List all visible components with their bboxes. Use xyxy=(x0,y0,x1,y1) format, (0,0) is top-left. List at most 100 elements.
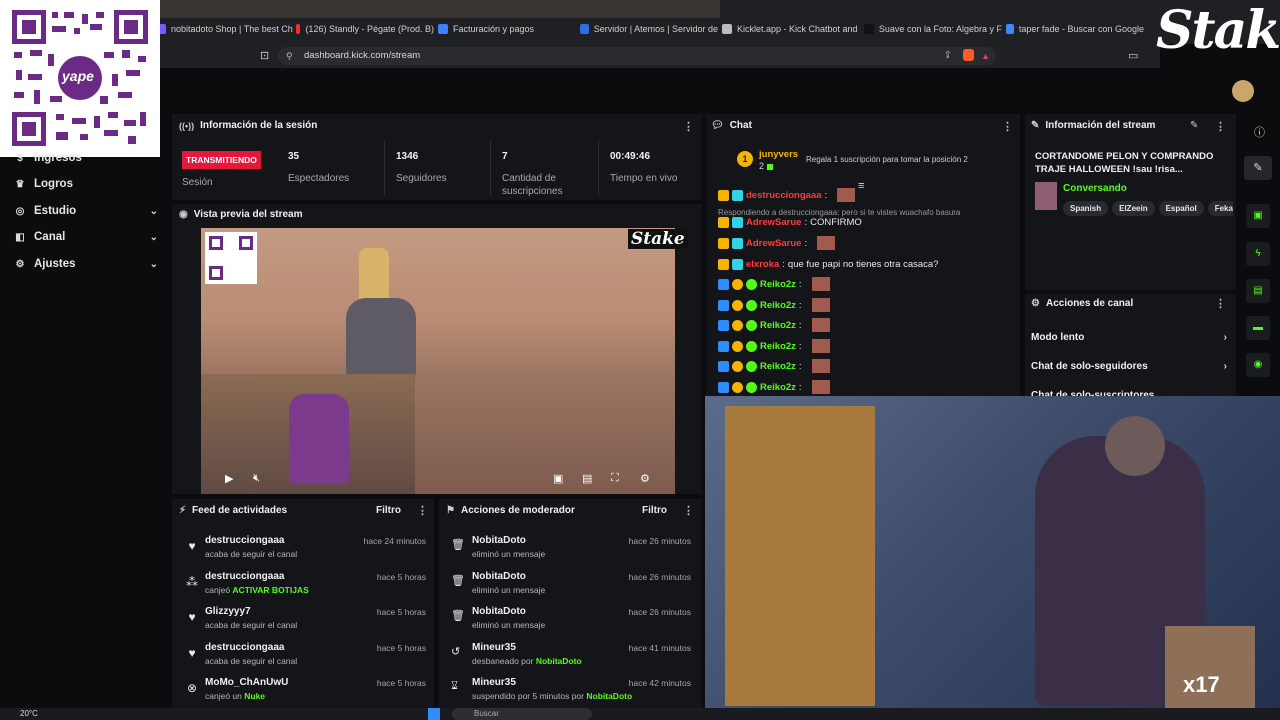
chat-message[interactable]: Reiko2z: xyxy=(718,275,830,293)
bookmark-icon[interactable]: ⊡ xyxy=(260,49,269,62)
moderation-user[interactable]: Mineur35 xyxy=(472,642,516,653)
moderation-filter-button[interactable]: Filtro xyxy=(642,505,667,516)
chat-message[interactable]: elxroka: que fue papi no tienes otra cas… xyxy=(718,255,938,273)
stream-tag[interactable]: ElZeein xyxy=(1112,201,1155,216)
browser-tab[interactable]: Facturación y pagos xyxy=(438,20,576,38)
browser-tab[interactable]: nobitadoto Shop | The best Ch xyxy=(156,20,294,38)
stream-info-menu-icon[interactable]: ⋮ xyxy=(1215,120,1226,133)
browser-tab[interactable]: Suave con la Foto: Algebra y F xyxy=(864,20,1002,38)
session-menu-icon[interactable]: ⋮ xyxy=(683,120,694,133)
play-icon[interactable]: ▶ xyxy=(225,472,233,485)
moderation-user[interactable]: NobitaDoto xyxy=(472,606,526,617)
moderation-user[interactable]: Mineur35 xyxy=(472,677,516,688)
category-link[interactable]: Conversando xyxy=(1063,183,1127,194)
chat-username[interactable]: elxroka xyxy=(746,259,779,270)
chat-username[interactable]: Reiko2z xyxy=(760,361,796,372)
stream-preview-video[interactable]: Stake ▶ 🔇︎ ▣ ▤ ⛶ ⚙ xyxy=(201,228,688,494)
channel-action-item[interactable]: Chat de solo-seguidores › xyxy=(1031,361,1227,375)
activity-user[interactable]: MoMo_ChAnUwU xyxy=(205,677,288,688)
brave-shield-icon[interactable] xyxy=(963,49,974,61)
browser-tab[interactable]: taper fade - Buscar con Google xyxy=(1006,20,1144,38)
sidebar-item-estudio[interactable]: ◎ Estudio ⌄ xyxy=(14,205,160,217)
moderation-item[interactable]: 🗑︎ NobitaDoto eliminó un mensaje hace 26 mi… xyxy=(443,606,699,640)
channel-action-item[interactable]: Modo lento › xyxy=(1031,332,1227,346)
chat-message[interactable]: Reiko2z: xyxy=(718,357,830,375)
chat-username[interactable]: Reiko2z xyxy=(760,279,796,290)
address-bar[interactable]: ⚲ dashboard.kick.com/stream ⇪ ▲ xyxy=(278,47,996,65)
sidebar-item-ingresos[interactable]: $ Ingresos xyxy=(14,152,160,164)
browser-tab[interactable]: Servidor | Atemos | Servidor de xyxy=(580,20,718,38)
chat-pinned-gift[interactable]: 1 junyvers 2 Regala 1 suscripción para t… xyxy=(706,140,1020,180)
browser-tab[interactable]: Kicklet.app - Kick Chatbot and xyxy=(722,20,860,38)
chat-username[interactable]: destrucciongaaa xyxy=(746,190,822,201)
sidebar-item-canal[interactable]: ◧ Canal ⌄ xyxy=(14,231,160,243)
moderation-item[interactable]: 🗑︎ NobitaDoto eliminó un mensaje hace 26 mi… xyxy=(443,571,699,605)
activity-item[interactable]: ♥ destrucciongaaa acaba de seguir el canal… xyxy=(176,535,436,569)
document-icon[interactable]: ▤ xyxy=(1246,279,1270,303)
brave-rewards-icon[interactable]: ▲ xyxy=(981,47,990,65)
weather-text[interactable]: 20°C xyxy=(20,709,38,718)
activity-filter-button[interactable]: Filtro xyxy=(376,505,401,516)
avatar[interactable] xyxy=(1232,80,1254,102)
moderation-menu-icon[interactable]: ⋮ xyxy=(683,504,694,517)
chat-username[interactable]: Reiko2z xyxy=(760,341,796,352)
chat-menu-icon[interactable]: ⋮ xyxy=(1002,120,1013,133)
broadcast-tool-icon[interactable]: ◉ xyxy=(1246,353,1270,377)
channel-actions-menu-icon[interactable]: ⋮ xyxy=(1215,297,1226,310)
fullscreen-icon[interactable]: ⛶ xyxy=(611,472,619,485)
activity-user[interactable]: destrucciongaaa xyxy=(205,642,284,653)
edit-layout-icon[interactable]: ✎ xyxy=(1244,156,1272,180)
sidebar-item-logros[interactable]: ♛ Logros xyxy=(14,178,160,190)
browser-tab[interactable]: (126) Standly - Pégate (Prod. B) xyxy=(296,20,434,38)
chevron-right-icon[interactable]: › xyxy=(1224,332,1227,343)
chat-message[interactable]: AdrewSarue: CONFIRMO xyxy=(718,213,862,231)
settings-gear-icon[interactable]: ⚙ xyxy=(640,472,650,485)
chat-message[interactable]: Reiko2z: xyxy=(718,378,830,396)
stream-tag[interactable]: Feka xyxy=(1207,201,1233,216)
theater-icon[interactable]: ▤ xyxy=(582,472,592,485)
activity-menu-icon[interactable]: ⋮ xyxy=(417,504,428,517)
miniplayer-icon[interactable]: ▣ xyxy=(553,472,563,485)
chat-tool-icon[interactable]: ▬ xyxy=(1246,316,1270,340)
chat-message[interactable]: Reiko2z: xyxy=(718,296,830,314)
chevron-down-icon[interactable]: ⌄ xyxy=(150,206,158,217)
start-icon[interactable] xyxy=(428,708,440,720)
moderation-item[interactable]: ⌛︎ Mineur35 suspendido por 5 minutos por N… xyxy=(443,677,699,711)
activity-item[interactable]: ♥ Glizzyyy7 acaba de seguir el canal hace 5… xyxy=(176,606,436,640)
chevron-right-icon[interactable]: › xyxy=(1224,361,1227,372)
activity-item[interactable]: ⊗ MoMo_ChAnUwU canjeó un Nuke hace 5 horas xyxy=(176,677,436,711)
site-info-icon[interactable]: ⚲ xyxy=(286,47,293,65)
mute-icon[interactable]: 🔇︎ xyxy=(253,472,260,485)
share-icon[interactable]: ⇪ xyxy=(944,47,952,65)
chat-username[interactable]: Reiko2z xyxy=(760,300,796,311)
chat-username[interactable]: AdrewSarue xyxy=(746,238,801,249)
moderation-user[interactable]: NobitaDoto xyxy=(472,535,526,546)
chevron-down-icon[interactable]: ⌄ xyxy=(150,232,158,243)
sidebar-toggle-icon[interactable]: ▭ xyxy=(1128,49,1138,62)
moderation-item[interactable]: ↺ Mineur35 desbaneado por NobitaDoto hace 4… xyxy=(443,642,699,676)
activity-item[interactable]: ⁂ destrucciongaaa canjeó ACTIVAR BOTIJAS ha… xyxy=(176,571,436,605)
chat-message[interactable]: Reiko2z: xyxy=(718,337,830,355)
chevron-down-icon[interactable]: ⌄ xyxy=(150,259,158,270)
sidebar-item-ajustes[interactable]: ⚙ Ajustes ⌄ xyxy=(14,258,160,270)
moderation-item[interactable]: 🗑︎ NobitaDoto eliminó un mensaje hace 26 mi… xyxy=(443,535,699,569)
chat-username[interactable]: Reiko2z xyxy=(760,382,796,393)
chat-message[interactable]: destrucciongaaa: xyxy=(718,186,856,204)
info-icon[interactable]: ⓘ xyxy=(1254,124,1265,140)
stream-tag[interactable]: Spanish xyxy=(1063,201,1109,216)
chat-username[interactable]: AdrewSarue xyxy=(746,217,801,228)
chat-username[interactable]: Reiko2z xyxy=(760,320,796,331)
activity-user[interactable]: Glizzyyy7 xyxy=(205,606,251,617)
taskbar-search[interactable]: Buscar xyxy=(452,708,592,720)
edit-icon[interactable]: ✎ xyxy=(1190,120,1198,131)
chat-message[interactable]: AdrewSarue: xyxy=(718,234,836,252)
activity-user[interactable]: destrucciongaaa xyxy=(205,535,284,546)
chat-message[interactable]: Reiko2z: xyxy=(718,316,830,334)
collapse-icon[interactable]: ≡ xyxy=(858,180,864,192)
moderation-user[interactable]: NobitaDoto xyxy=(472,571,526,582)
bolt-icon[interactable]: ϟ xyxy=(1246,242,1270,266)
capture-icon[interactable]: ▣ xyxy=(1246,204,1270,228)
activity-user[interactable]: destrucciongaaa xyxy=(205,571,284,582)
activity-item[interactable]: ♥ destrucciongaaa acaba de seguir el canal… xyxy=(176,642,436,676)
stream-tag[interactable]: Español xyxy=(1158,201,1204,216)
